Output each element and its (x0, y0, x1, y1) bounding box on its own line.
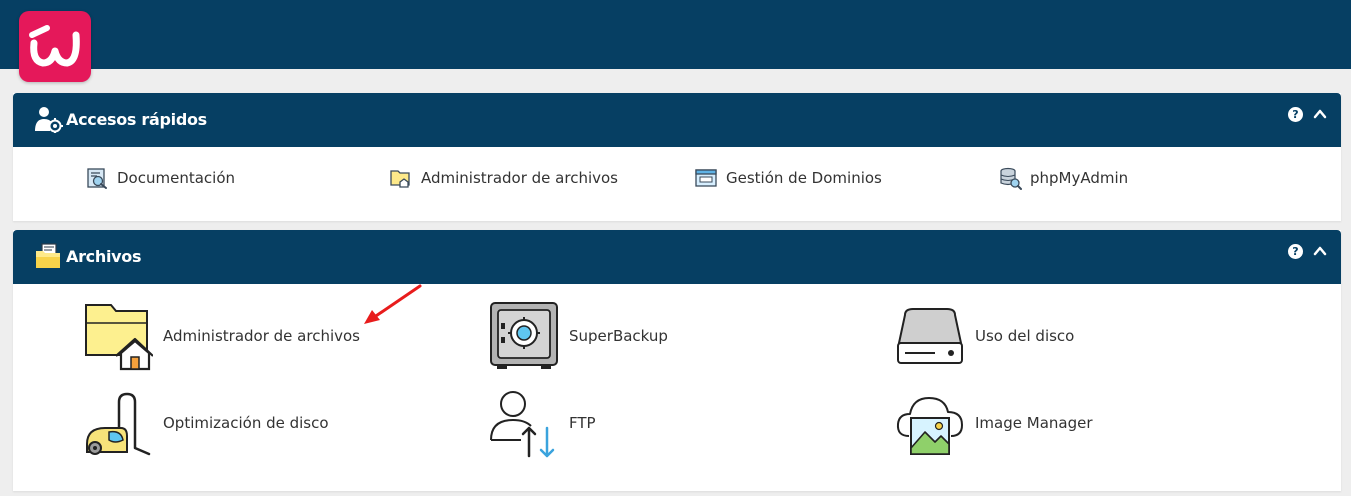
file-item-label: Uso del disco (975, 327, 1075, 345)
file-item-disk-optimization[interactable]: Optimización de disco (83, 388, 383, 458)
cloud-image-icon (896, 397, 963, 455)
quick-access-title: Accesos rápidos (66, 110, 207, 129)
file-item-superbackup[interactable]: SuperBackup (489, 301, 689, 371)
database-search-icon (1000, 167, 1022, 190)
files-title: Archivos (66, 247, 142, 266)
quick-item-documentation[interactable]: Documentación (85, 166, 265, 190)
file-item-label: SuperBackup (569, 327, 668, 345)
quick-item-label: phpMyAdmin (1030, 169, 1129, 187)
help-icon[interactable]: ? (1288, 107, 1303, 122)
file-item-image-manager[interactable]: Image Manager (895, 388, 1115, 458)
folder-home-icon (390, 170, 410, 188)
domain-icon (695, 169, 717, 187)
brand-logo-icon (29, 25, 80, 67)
quick-access-panel: Accesos rápidos ? Documentación Administ… (13, 93, 1341, 221)
file-item-disk-usage[interactable]: Uso del disco (895, 301, 1115, 371)
help-icon[interactable]: ? (1288, 244, 1303, 259)
quick-item-label: Documentación (117, 169, 236, 187)
brand-logo[interactable] (19, 11, 91, 82)
file-item-file-manager[interactable]: Administrador de archivos (83, 301, 383, 371)
quick-item-label: Gestión de Dominios (726, 169, 882, 187)
vacuum-cleaner-icon (86, 392, 151, 456)
files-header[interactable]: Archivos ? (13, 230, 1341, 284)
folder-open-icon (36, 243, 60, 268)
folder-home-icon (85, 304, 153, 371)
file-item-ftp[interactable]: FTP (489, 388, 689, 458)
quick-item-domains[interactable]: Gestión de Dominios (694, 166, 894, 190)
file-item-label: Optimización de disco (163, 414, 329, 432)
quick-item-label: Administrador de archivos (421, 169, 618, 187)
file-item-label: FTP (569, 414, 596, 432)
chevron-up-icon[interactable] (1313, 245, 1327, 257)
safe-icon (490, 302, 558, 369)
top-bar (0, 0, 1351, 69)
user-gear-icon (35, 107, 63, 133)
file-item-label: Image Manager (975, 414, 1093, 432)
quick-item-file-manager[interactable]: Administrador de archivos (389, 166, 629, 190)
chevron-up-icon[interactable] (1313, 108, 1327, 120)
documentation-icon (87, 168, 107, 189)
red-arrow-icon (364, 284, 422, 324)
user-transfer-icon (490, 391, 555, 458)
quick-item-phpmyadmin[interactable]: phpMyAdmin (998, 166, 1148, 190)
quick-access-header[interactable]: Accesos rápidos ? (13, 93, 1341, 147)
files-panel: Archivos ? Administrador de archivos Sup… (13, 230, 1341, 491)
file-item-label: Administrador de archivos (163, 327, 360, 345)
disk-drive-icon (897, 308, 963, 364)
